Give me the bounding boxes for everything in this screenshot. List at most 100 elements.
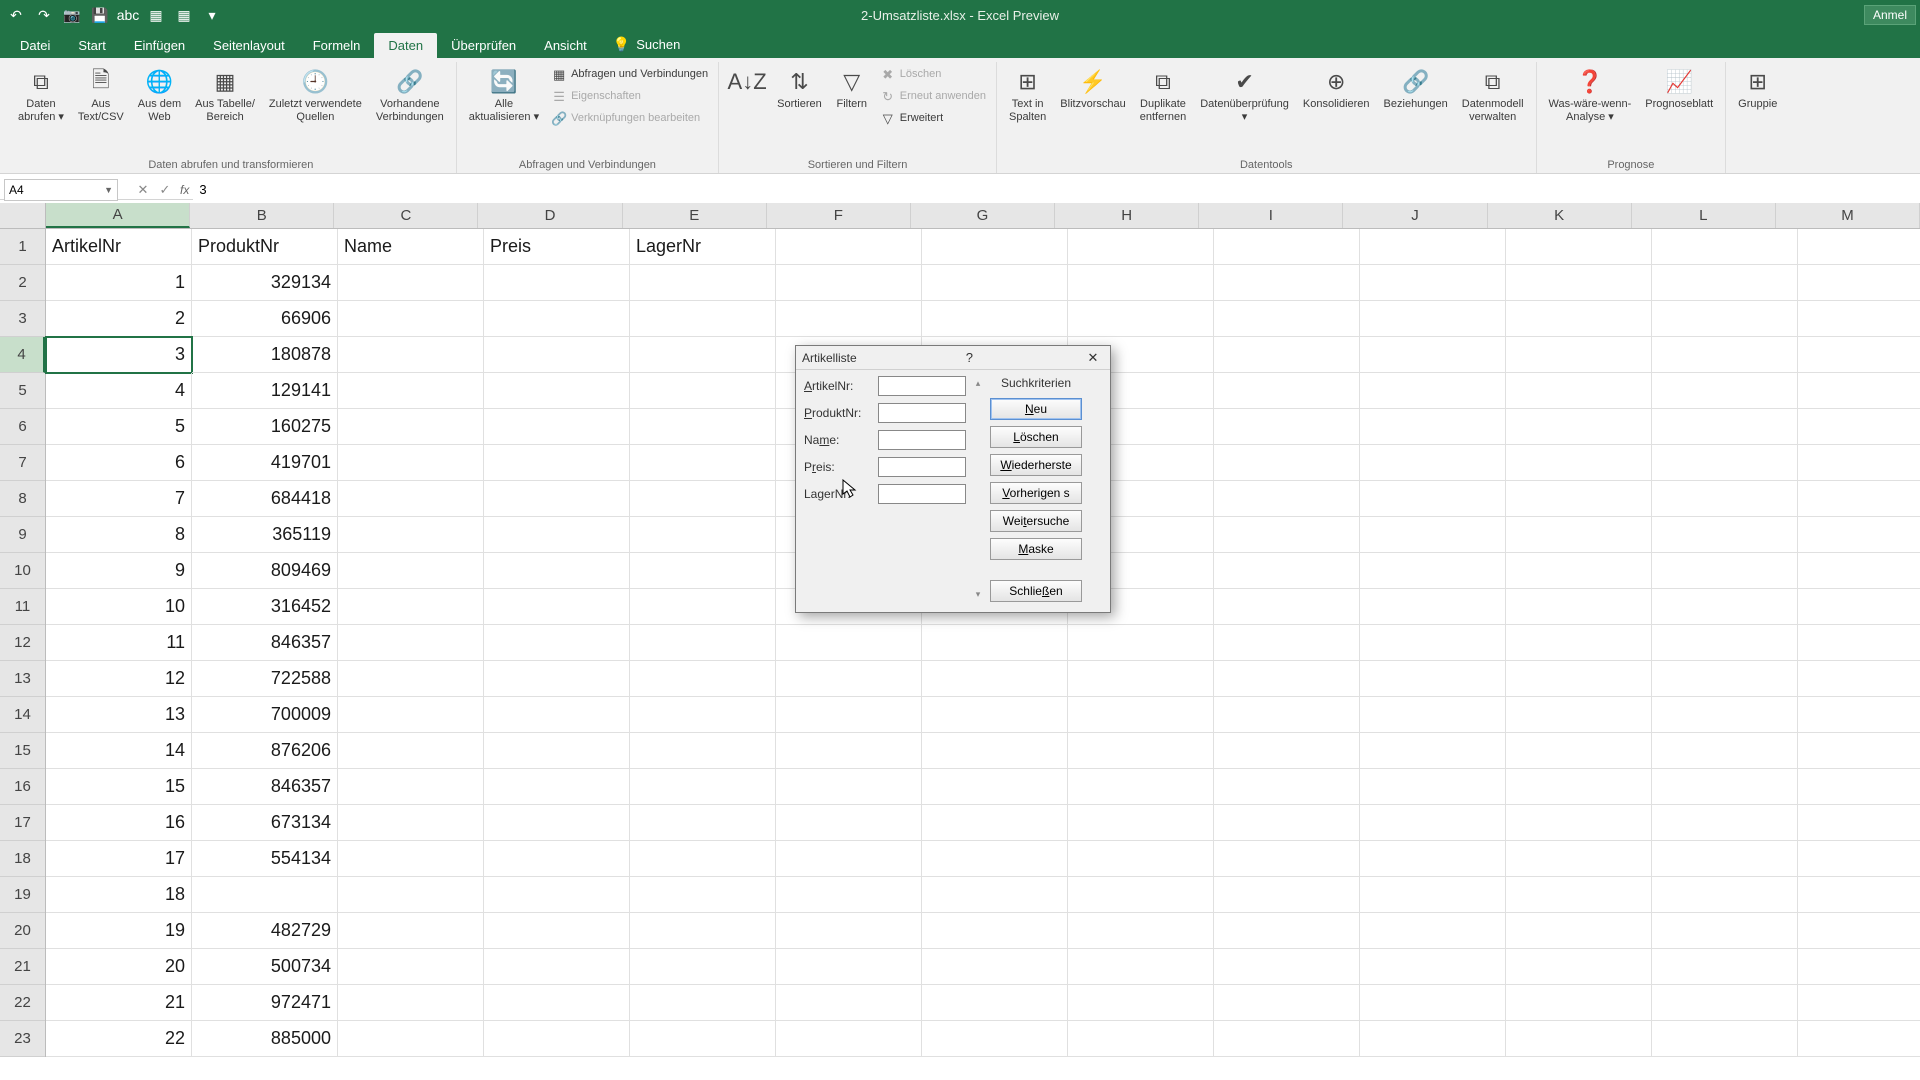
cell[interactable] [338,481,484,517]
cell[interactable] [338,445,484,481]
cell[interactable] [1214,481,1360,517]
cell[interactable] [1798,445,1920,481]
cell[interactable] [776,877,922,913]
cell[interactable] [630,949,776,985]
qat-button-7[interactable]: ▾ [200,4,224,26]
cell[interactable] [484,733,630,769]
cell[interactable]: 180878 [192,337,338,373]
cell[interactable] [922,877,1068,913]
cell[interactable] [1652,733,1798,769]
row-header[interactable]: 2 [0,265,45,301]
cell[interactable] [1214,877,1360,913]
cell[interactable] [1360,697,1506,733]
cell[interactable] [1068,877,1214,913]
ribbon-button[interactable]: 🔄Alle aktualisieren ▾ [463,64,545,126]
row-header[interactable]: 13 [0,661,45,697]
cell[interactable] [922,301,1068,337]
cell[interactable] [1506,229,1652,265]
cell[interactable] [338,949,484,985]
ribbon-button[interactable]: ▽Filtern [830,64,874,113]
cell[interactable] [630,913,776,949]
ribbon-button[interactable]: 🔗Beziehungen [1378,64,1454,113]
cell[interactable] [1506,985,1652,1021]
cell[interactable]: Preis [484,229,630,265]
cell[interactable] [776,733,922,769]
cell[interactable] [1360,445,1506,481]
cell[interactable] [776,913,922,949]
ribbon-button[interactable]: 🌐Aus dem Web [132,64,187,126]
ribbon-small-button[interactable]: ▦Abfragen und Verbindungen [547,64,712,86]
cell[interactable] [1506,265,1652,301]
cell[interactable]: 11 [46,625,192,661]
cell[interactable] [1652,337,1798,373]
cell[interactable]: 20 [46,949,192,985]
cell[interactable] [484,481,630,517]
cell[interactable] [1068,625,1214,661]
row-header[interactable]: 8 [0,481,45,517]
cell[interactable]: 10 [46,589,192,625]
cell[interactable] [1798,697,1920,733]
cell[interactable]: 500734 [192,949,338,985]
cell[interactable] [1360,949,1506,985]
cell[interactable]: 7 [46,481,192,517]
cell[interactable] [338,1021,484,1057]
cell[interactable] [1506,445,1652,481]
cell[interactable]: 21 [46,985,192,1021]
dialog-button-löschen[interactable]: Löschen [990,426,1082,448]
cell[interactable] [1068,805,1214,841]
cell[interactable] [630,841,776,877]
row-header[interactable]: 16 [0,769,45,805]
cell[interactable] [1798,373,1920,409]
cell[interactable]: 846357 [192,625,338,661]
dialog-button-weitersuche[interactable]: Weitersuche [990,510,1082,532]
cell[interactable]: 722588 [192,661,338,697]
dialog-button-maske[interactable]: Maske [990,538,1082,560]
cell[interactable] [484,877,630,913]
row-header[interactable]: 21 [0,949,45,985]
cell[interactable] [1652,949,1798,985]
cell[interactable] [338,733,484,769]
cancel-formula-icon[interactable]: ✕ [132,179,154,201]
cell[interactable] [922,733,1068,769]
cell[interactable] [338,625,484,661]
cell[interactable]: 66906 [192,301,338,337]
cell[interactable]: 876206 [192,733,338,769]
cell[interactable] [1798,517,1920,553]
cell[interactable] [1360,913,1506,949]
cell[interactable] [484,517,630,553]
scroll-up-icon[interactable]: ▴ [976,378,981,389]
cell[interactable] [1652,445,1798,481]
cell[interactable]: 160275 [192,409,338,445]
cell[interactable] [338,517,484,553]
cell[interactable]: 1 [46,265,192,301]
cell[interactable] [1214,661,1360,697]
column-header[interactable]: F [767,203,911,228]
column-header[interactable]: G [911,203,1055,228]
column-header[interactable]: L [1632,203,1776,228]
column-header[interactable]: H [1055,203,1199,228]
cell[interactable] [1798,841,1920,877]
tab-einfügen[interactable]: Einfügen [120,33,199,58]
cell[interactable] [1214,625,1360,661]
cell[interactable] [776,949,922,985]
cell[interactable] [630,265,776,301]
cell[interactable] [1068,697,1214,733]
accept-formula-icon[interactable]: ✓ [154,179,176,201]
row-header[interactable]: 6 [0,409,45,445]
cell[interactable] [776,805,922,841]
name-box[interactable]: A4 ▼ [4,179,118,201]
cell[interactable] [922,265,1068,301]
qat-button-3[interactable]: 💾 [88,4,112,26]
cell[interactable] [484,913,630,949]
cell[interactable] [1214,301,1360,337]
cell[interactable] [1798,337,1920,373]
cell[interactable]: 3 [46,337,192,373]
cell[interactable] [338,769,484,805]
cell[interactable]: 5 [46,409,192,445]
cell[interactable] [1798,229,1920,265]
cell[interactable]: 846357 [192,769,338,805]
formula-input[interactable] [193,179,1920,201]
cell[interactable] [630,877,776,913]
cell[interactable] [1068,949,1214,985]
cell[interactable] [1068,661,1214,697]
